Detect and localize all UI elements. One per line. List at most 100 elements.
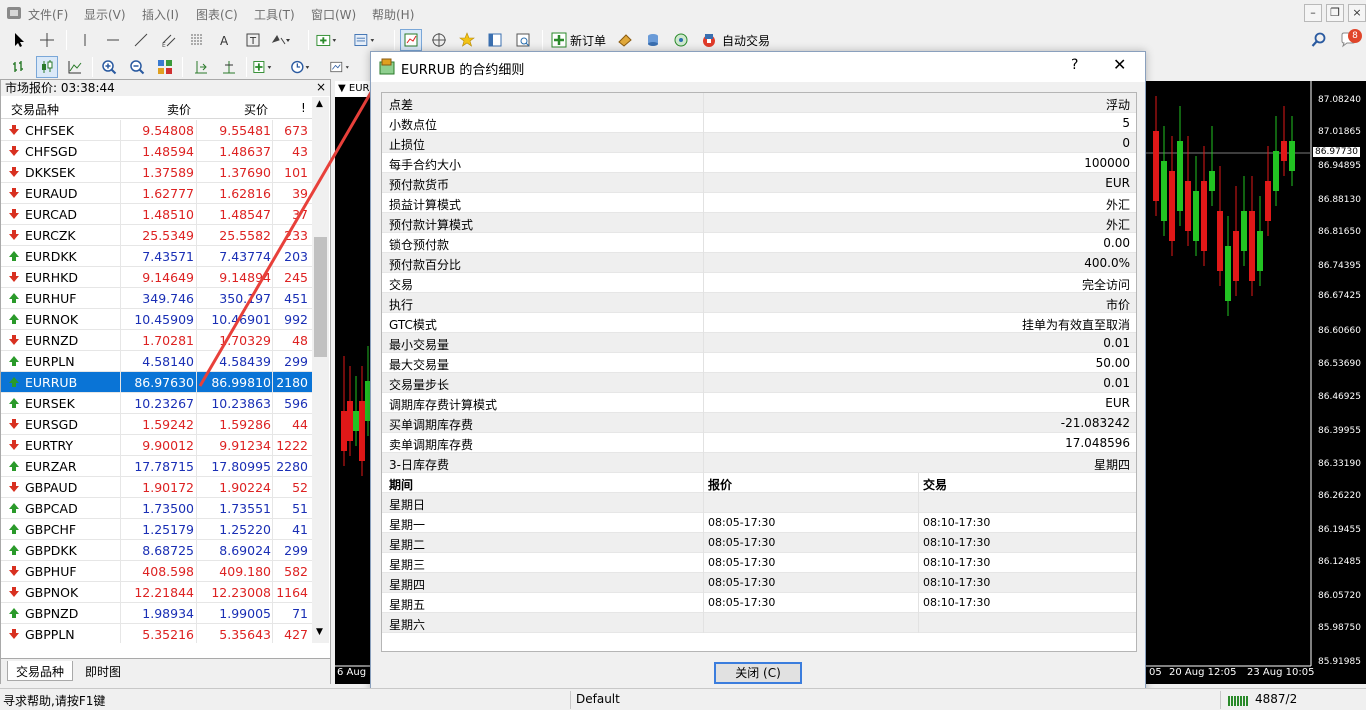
spec-value: 浮动 [1105,98,1130,112]
session-trade: 08:10-17:30 [923,576,991,589]
column-divider [703,413,704,433]
spec-key: 调期库存费计算模式 [389,398,498,412]
column-divider [703,313,704,333]
column-divider [918,513,919,533]
session-quote: 08:05-17:30 [708,516,776,529]
spec-key: 最小交易量 [389,338,450,352]
sessions-header: 期间 报价 交易 [382,473,1136,493]
status-divider [570,691,571,709]
spec-row: 止损位 0 [382,133,1136,153]
spec-key: 买单调期库存费 [389,418,474,432]
status-help-text: 寻求帮助,请按F1键 [3,694,106,708]
column-divider [918,613,919,633]
spec-row: 每手合约大小 100000 [382,153,1136,173]
spec-row: 最大交易量 50.00 [382,353,1136,373]
session-day: 星期一 [389,518,426,532]
spec-key: 止损位 [389,138,426,152]
session-day: 星期日 [389,498,426,512]
spec-row: 3-日库存费 星期四 [382,453,1136,473]
spec-value: 外汇 [1105,218,1130,232]
column-divider [918,593,919,613]
session-quote: 08:05-17:30 [708,576,776,589]
spec-key: 小数点位 [389,118,438,132]
spec-value: 星期四 [1093,458,1130,472]
spec-value: 100000 [1084,156,1130,170]
spec-key: 锁仓预付款 [389,238,450,252]
spec-value: 17.048596 [1065,436,1130,450]
column-divider [703,293,704,313]
session-quote: 08:05-17:30 [708,596,776,609]
dialog-app-icon [379,58,395,75]
session-trade: 08:10-17:30 [923,516,991,529]
session-row: 星期日 [382,493,1136,513]
status-bar: 寻求帮助,请按F1键 Default 4887/2 [0,688,1366,710]
column-divider [703,493,704,513]
spec-value: EUR [1105,176,1130,190]
column-divider [918,573,919,593]
spec-key: 交易量步长 [389,378,450,392]
spec-key: 最大交易量 [389,358,450,372]
spec-value: 0 [1122,136,1130,150]
spec-value: EUR [1105,396,1130,410]
status-divider [1220,691,1221,709]
connection-bars-icon [1228,696,1248,706]
dialog-close-icon[interactable]: ✕ [1113,55,1126,74]
session-day: 星期五 [389,598,426,612]
column-divider [703,553,704,573]
session-row: 星期二 08:05-17:30 08:10-17:30 [382,533,1136,553]
column-divider [703,333,704,353]
column-divider [703,513,704,533]
spec-row: 锁仓预付款 0.00 [382,233,1136,253]
spec-key: GTC模式 [389,318,437,332]
column-divider [918,493,919,513]
spec-value: 挂单为有效直至取消 [1021,318,1130,332]
spec-key: 预付款百分比 [389,258,462,272]
column-divider [703,253,704,273]
session-trade: 08:10-17:30 [923,556,991,569]
column-divider [703,453,704,473]
spec-table: 点差 浮动 小数点位 5 止损位 0 每手合约大小 100000 预付款货币 EUR 损益计算模式外… [381,92,1137,652]
close-button[interactable]: 关闭 (C) [714,662,802,684]
spec-key: 每手合约大小 [389,158,462,172]
header-period: 期间 [389,478,414,492]
column-divider [703,473,704,493]
column-divider [703,433,704,453]
column-divider [703,213,704,233]
spec-row: 卖单调期库存费 17.048596 [382,433,1136,453]
spec-value: 外汇 [1105,198,1130,212]
column-divider [703,593,704,613]
spec-row: 小数点位 5 [382,113,1136,133]
session-trade: 08:10-17:30 [923,596,991,609]
session-row: 星期六 [382,613,1136,633]
status-profile: Default [576,692,620,706]
dialog-titlebar: EURRUB 的合约细则 ? ✕ [371,52,1145,82]
spec-value: 400.0% [1084,256,1130,270]
column-divider [703,113,704,133]
column-divider [703,193,704,213]
spec-value: 5 [1122,116,1130,130]
spec-value: 0.00 [1103,236,1130,250]
session-day: 星期六 [389,618,426,632]
session-row: 星期四 08:05-17:30 08:10-17:30 [382,573,1136,593]
column-divider [703,613,704,633]
help-icon[interactable]: ? [1071,57,1078,73]
spec-value: 50.00 [1095,356,1130,370]
column-divider [703,373,704,393]
contract-spec-dialog: EURRUB 的合约细则 ? ✕ 点差 浮动 小数点位 5 止损位 0 每手合约大小 1000… [370,51,1146,692]
spec-row: 预付款计算模式 外汇 [382,213,1136,233]
session-quote: 08:05-17:30 [708,536,776,549]
column-divider [703,233,704,253]
session-day: 星期二 [389,538,426,552]
spec-key: 预付款计算模式 [389,218,474,232]
spec-row: 买单调期库存费 -21.083242 [382,413,1136,433]
column-divider [703,393,704,413]
session-row: 星期三 08:05-17:30 08:10-17:30 [382,553,1136,573]
session-row: 星期五 08:05-17:30 08:10-17:30 [382,593,1136,613]
spec-row: 调期库存费计算模式 EUR [382,393,1136,413]
column-divider [703,153,704,173]
column-divider [703,93,704,113]
spec-row: GTC模式 挂单为有效直至取消 [382,313,1136,333]
column-divider [918,553,919,573]
column-divider [918,533,919,553]
column-divider [703,533,704,553]
